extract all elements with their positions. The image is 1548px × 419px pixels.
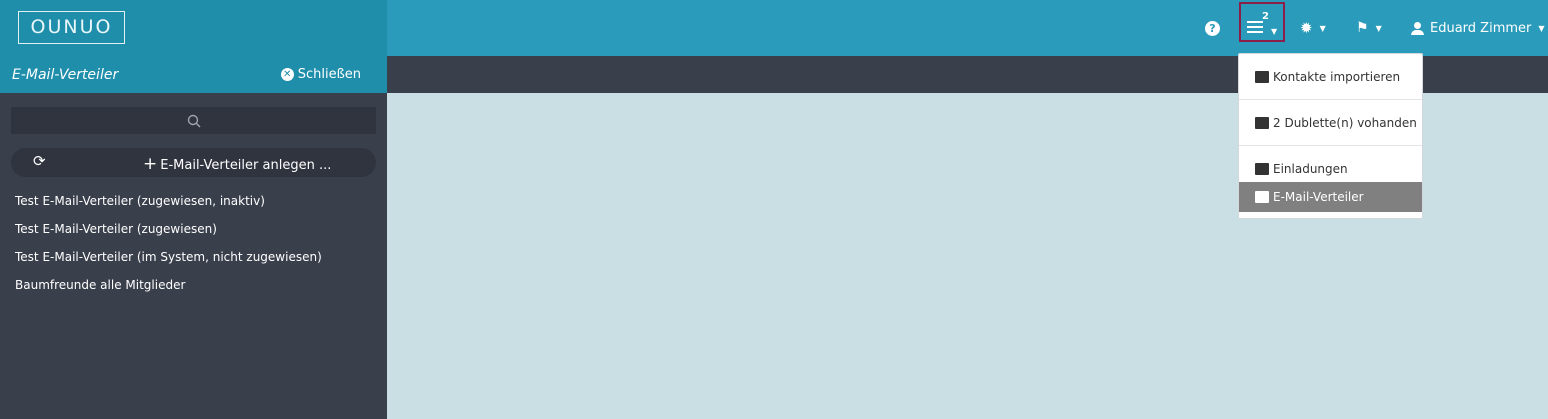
top-navbar: OUNUO ? 2 ▼ ✹ ▼ ⚑ ▼ Eduard Zimmer ▼ — [0, 0, 1548, 56]
chevron-down-icon: ▼ — [1375, 23, 1382, 33]
help-button[interactable]: ? — [1205, 0, 1220, 56]
help-icon: ? — [1205, 20, 1220, 36]
menu-divider — [1239, 99, 1422, 100]
menu-item-duplicates[interactable]: 2 Dublette(n) vohanden — [1239, 105, 1422, 141]
close-label: Schließen — [297, 67, 361, 82]
menu-item-mail-distribution[interactable]: E-Mail-Verteiler — [1239, 182, 1422, 212]
search-icon — [187, 114, 200, 127]
import-icon — [1255, 71, 1269, 83]
list-menu-button[interactable]: 2 ▼ — [1239, 2, 1285, 42]
app-logo[interactable]: OUNUO — [18, 11, 125, 44]
user-icon — [1411, 21, 1424, 35]
add-distribution-list-button[interactable]: + E-Mail-Verteiler anlegen ... — [143, 154, 331, 174]
flag-icon: ⚑ — [1356, 20, 1369, 36]
list-icon — [1247, 21, 1263, 36]
list-item[interactable]: Baumfreunde alle Mitglieder — [15, 273, 322, 301]
gear-icon: ✹ — [1300, 19, 1313, 37]
close-button[interactable]: ✕ Schließen — [280, 67, 361, 82]
menu-divider — [1239, 145, 1422, 146]
plus-icon: + — [143, 154, 158, 174]
menu-item-label: Einladungen — [1273, 162, 1348, 176]
duplicate-icon — [1255, 117, 1269, 129]
settings-menu[interactable]: ✹ ▼ — [1300, 0, 1326, 56]
mail-distribution-icon — [1255, 191, 1269, 203]
menu-item-label: 2 Dublette(n) vohanden — [1273, 116, 1417, 130]
list-menu-dropdown: Kontakte importieren 2 Dublette(n) vohan… — [1238, 53, 1423, 219]
chevron-down-icon: ▼ — [1271, 27, 1278, 36]
close-icon: ✕ — [280, 68, 294, 81]
chevron-down-icon: ▼ — [1319, 23, 1326, 33]
list-item[interactable]: Test E-Mail-Verteiler (zugewiesen) — [15, 217, 322, 245]
user-menu[interactable]: Eduard Zimmer ▼ — [1411, 0, 1545, 56]
search-input[interactable] — [11, 107, 376, 134]
sidebar-header: E-Mail-Verteiler ✕ Schließen — [0, 56, 387, 93]
list-item[interactable]: Test E-Mail-Verteiler (im System, nicht … — [15, 245, 322, 273]
flag-menu[interactable]: ⚑ ▼ — [1356, 0, 1382, 56]
sidebar-title: E-Mail-Verteiler — [12, 66, 119, 83]
refresh-icon[interactable]: ⟳ — [33, 152, 46, 170]
user-name: Eduard Zimmer — [1430, 20, 1532, 36]
list-item[interactable]: Test E-Mail-Verteiler (zugewiesen, inakt… — [15, 189, 322, 217]
menu-item-label: Kontakte importieren — [1273, 70, 1401, 84]
invitations-icon — [1255, 163, 1269, 175]
menu-item-import[interactable]: Kontakte importieren — [1239, 59, 1422, 95]
menu-item-label: E-Mail-Verteiler — [1273, 190, 1364, 204]
notification-badge: 2 — [1262, 11, 1269, 22]
distribution-list: Test E-Mail-Verteiler (zugewiesen, inakt… — [15, 189, 322, 301]
add-label: E-Mail-Verteiler anlegen ... — [160, 158, 332, 173]
chevron-down-icon: ▼ — [1538, 23, 1545, 33]
sidebar: E-Mail-Verteiler ✕ Schließen ⟳ + E-Mail-V… — [0, 56, 387, 419]
sidebar-actions: ⟳ + E-Mail-Verteiler anlegen ... — [11, 148, 376, 177]
